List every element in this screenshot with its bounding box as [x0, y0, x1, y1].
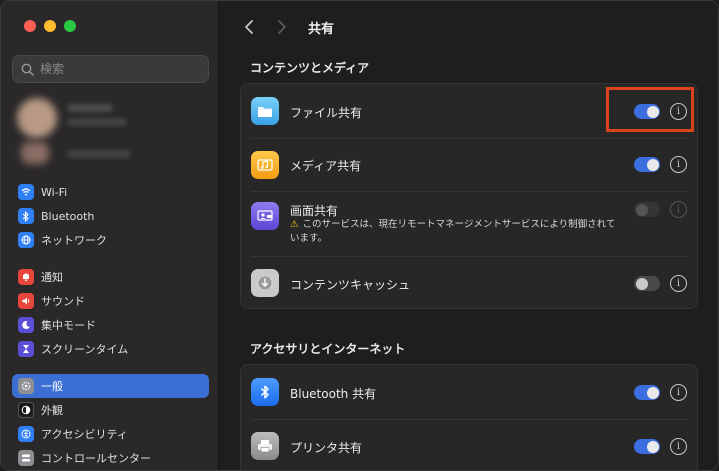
content-caching-info-icon[interactable]: i [670, 275, 687, 292]
sidebar-item-sound[interactable]: サウンド [12, 289, 209, 313]
media-sharing-label: メディア共有 [290, 159, 362, 173]
content-caching-toggle[interactable] [634, 276, 660, 291]
search-field[interactable] [12, 55, 209, 83]
sidebar-item-focus[interactable]: 集中モード [12, 313, 209, 337]
screen-sharing-warning-text: このサービスは、現在リモートマネージメントサービスにより制御されています。 [290, 219, 616, 244]
sidebar-item-general[interactable]: 一般 [12, 374, 209, 398]
highlight-box [606, 87, 694, 132]
content-caching-label: コンテンツキャッシュ [290, 278, 411, 292]
media-sharing-info-icon[interactable]: i [670, 156, 687, 173]
media-sharing-toggle[interactable] [634, 157, 660, 172]
sidebar-item-label: Bluetooth [41, 209, 95, 223]
sidebar-item-label: ネットワーク [41, 234, 107, 247]
printer-sharing-row[interactable]: プリンタ共有 i [241, 420, 699, 470]
chevron-right-icon [278, 20, 286, 34]
back-button[interactable] [235, 13, 263, 41]
content-caching-row[interactable]: コンテンツキャッシュ i [241, 257, 699, 310]
avatar [17, 98, 57, 138]
accessibility-icon [18, 426, 34, 442]
screen-sharing-row[interactable]: 画面共有 ⚠ このサービスは、現在リモートマネージメントサービスにより制御されてい… [241, 192, 699, 256]
main-pane: 共有 コンテンツとメディア ファイル共有 i メディア共有 i 画面共有 ⚠ こ… [220, 1, 718, 470]
printer-icon [251, 432, 279, 460]
gear-icon [18, 378, 34, 394]
minimize-button[interactable] [44, 20, 56, 32]
sidebar-item-label: 通知 [41, 271, 63, 284]
printer-sharing-info-icon[interactable]: i [670, 438, 687, 455]
bluetooth-sharing-info-icon[interactable]: i [670, 384, 687, 401]
appearance-icon [18, 402, 34, 418]
screen-sharing-toggle [634, 202, 660, 217]
sidebar-item-notifications[interactable]: 通知 [12, 265, 209, 289]
section-title-accessories-internet: アクセサリとインターネット [250, 342, 406, 356]
bluetooth-icon [18, 208, 34, 224]
content-caching-icon [251, 269, 279, 297]
sidebar-group-network: Wi-Fi Bluetooth ネットワーク [12, 180, 209, 252]
close-button[interactable] [24, 20, 36, 32]
bluetooth-sharing-row[interactable]: Bluetooth 共有 i [241, 365, 699, 419]
control-center-icon [18, 450, 34, 466]
sidebar-group-general: 一般 外観 アクセシビリティ コントロールセンター [12, 374, 209, 470]
hourglass-icon [18, 341, 34, 357]
page-title: 共有 [308, 22, 335, 37]
sidebar-item-label: 外観 [41, 404, 63, 417]
printer-sharing-toggle[interactable] [634, 439, 660, 454]
printer-sharing-label: プリンタ共有 [290, 441, 363, 455]
wifi-icon [18, 184, 34, 200]
blurred-profile[interactable] [11, 94, 211, 174]
warning-icon: ⚠ [290, 219, 299, 230]
section-title-content-media: コンテンツとメディア [250, 61, 370, 75]
sidebar-item-label: Wi-Fi [41, 185, 68, 199]
toolbar: 共有 [220, 1, 718, 53]
sidebar-item-wifi[interactable]: Wi-Fi [12, 180, 209, 204]
screen-sharing-info-icon: i [670, 201, 687, 218]
search-input[interactable] [40, 62, 200, 76]
window-controls [24, 20, 76, 32]
sidebar-item-label: スクリーンタイム [41, 343, 129, 356]
bell-icon [18, 269, 34, 285]
bluetooth-sharing-label: Bluetooth 共有 [290, 387, 377, 401]
media-sharing-row[interactable]: メディア共有 i [241, 139, 699, 191]
forward-button[interactable] [268, 13, 296, 41]
bluetooth-sharing-toggle[interactable] [634, 385, 660, 400]
screen-sharing-warning: ⚠ このサービスは、現在リモートマネージメントサービスにより制御されています。 [290, 218, 620, 246]
system-settings-window: Wi-Fi Bluetooth ネットワーク 通知 [0, 0, 719, 471]
search-icon [21, 63, 34, 76]
sidebar-item-label: 集中モード [41, 319, 96, 332]
sidebar-item-network[interactable]: ネットワーク [12, 228, 209, 252]
file-sharing-label: ファイル共有 [290, 106, 363, 120]
screen-sharing-label: 画面共有 [290, 204, 339, 218]
sidebar-item-bluetooth[interactable]: Bluetooth [12, 204, 209, 228]
sidebar-item-label: コントロールセンター [41, 452, 151, 465]
chevron-left-icon [245, 20, 253, 34]
sidebar-item-appearance[interactable]: 外観 [12, 398, 209, 422]
sidebar: Wi-Fi Bluetooth ネットワーク 通知 [1, 1, 219, 470]
zoom-button[interactable] [64, 20, 76, 32]
bluetooth-icon [251, 378, 279, 406]
media-sharing-icon [251, 151, 279, 179]
accessories-internet-group: Bluetooth 共有 i プリンタ共有 i [240, 364, 699, 470]
sidebar-item-control-center[interactable]: コントロールセンター [12, 446, 209, 470]
globe-icon [18, 232, 34, 248]
folder-icon [251, 97, 279, 125]
sidebar-item-label: サウンド [41, 295, 85, 308]
speaker-icon [18, 293, 34, 309]
sidebar-group-notifications: 通知 サウンド 集中モード スクリーンタイム [12, 265, 209, 361]
sidebar-item-accessibility[interactable]: アクセシビリティ [12, 422, 209, 446]
sidebar-item-label: 一般 [41, 380, 63, 393]
moon-icon [18, 317, 34, 333]
sidebar-item-screen-time[interactable]: スクリーンタイム [12, 337, 209, 361]
sidebar-item-label: アクセシビリティ [41, 428, 128, 441]
screen-sharing-icon [251, 202, 279, 230]
